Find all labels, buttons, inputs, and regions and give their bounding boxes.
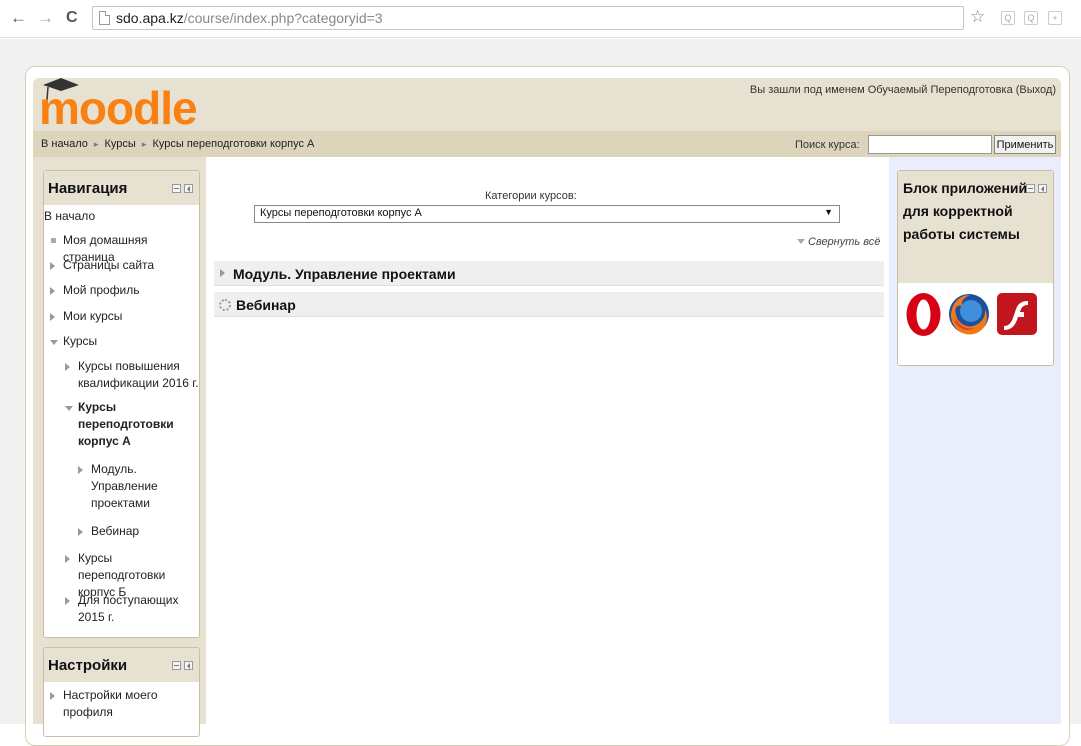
page-icon [99,11,110,25]
course-name[interactable]: Вебинар [236,297,296,313]
collapse-icon [65,406,73,411]
nav-item-label: Курсы [63,334,98,348]
nav-item-label: В начало [44,209,96,223]
dock-icon[interactable] [184,661,193,670]
collapse-icon [50,340,58,345]
search-label: Поиск курса: [795,139,860,151]
block-controls [169,182,193,196]
nav-item-course-category[interactable]: Курсы повышения квалификации 2016 г. [65,358,199,392]
browser-toolbar: ← → C sdo.apa.kz/course/index.php?catego… [0,0,1081,38]
block-controls [169,659,193,673]
course-search-input[interactable] [868,135,992,154]
collapse-all-label: Свернуть всё [808,236,881,248]
reload-button[interactable]: C [66,9,78,27]
nav-item-course-category[interactable]: Вебинар [78,523,178,540]
expand-icon [65,363,70,371]
logo-text: moodle [39,82,197,132]
nav-item-label: Для поступающих 2015 г. [78,593,179,624]
extension-icon-1[interactable]: Q [1001,11,1015,25]
nav-item-courses[interactable]: Курсы [50,333,200,350]
navigation-block-header: Навигация [44,171,199,205]
block-controls [1023,182,1047,196]
settings-block-title: Настройки [48,657,128,674]
course-category-select[interactable]: Курсы переподготовки корпус А ▼ [254,205,840,223]
extension-icon-2[interactable]: Q [1024,11,1038,25]
breadcrumb: В начало ▸ Курсы ▸ Курсы переподготовки … [41,138,314,150]
expand-icon [50,313,55,321]
opera-icon[interactable] [905,292,942,337]
back-button[interactable]: ← [10,8,27,28]
url-host: sdo.apa.kz [116,10,184,26]
firefox-icon[interactable] [947,292,991,336]
navigation-block-title: Навигация [48,180,128,197]
address-bar[interactable]: sdo.apa.kz/course/index.php?categoryid=3 [92,6,964,30]
apps-block-title: Блок приложений для корректной работы си… [903,180,1028,242]
nav-item-course-category[interactable]: Для поступающих 2015 г. [65,592,185,626]
nav-item-label: Курсы повышения квалификации 2016 г. [78,359,199,390]
category-name[interactable]: Модуль. Управление проектами [233,266,456,282]
nav-item-my-profile[interactable]: Мой профиль [50,282,200,299]
expand-icon [50,262,55,270]
course-row[interactable]: Вебинар [214,292,884,317]
apps-block-header: Блок приложений для корректной работы си… [898,171,1053,283]
breadcrumb-courses[interactable]: Курсы [105,138,136,150]
nav-item-label: Мой профиль [63,283,140,297]
minimize-icon[interactable] [1026,184,1035,193]
flash-player-icon[interactable] [997,293,1037,335]
course-categories-label: Категории курсов: [485,190,577,202]
nav-item-label: Мои курсы [63,309,123,323]
collapse-icon [797,239,805,244]
navbar: В начало ▸ Курсы ▸ Курсы переподготовки … [33,131,1061,157]
nav-item-course-category-current[interactable]: Курсы переподготовки корпус А [65,399,175,450]
expand-icon [65,597,70,605]
expand-icon [50,692,55,700]
nav-item-course-category[interactable]: Модуль. Управление проектами [78,461,178,512]
nav-item-label: Модуль. Управление проектами [91,462,158,510]
moodle-logo[interactable]: moodle [37,72,227,132]
dock-icon[interactable] [1038,184,1047,193]
navigation-block: Навигация В начало Моя домашняя страница… [43,170,200,638]
nav-item-site-pages[interactable]: Страницы сайта [50,257,200,274]
minimize-icon[interactable] [172,184,181,193]
expand-icon [78,528,83,536]
settings-item-label: Настройки моего профиля [63,688,158,719]
category-row[interactable]: Модуль. Управление проектами [214,261,884,286]
expand-icon [78,466,83,474]
login-info[interactable]: Вы зашли под именем Обучаемый Переподгот… [720,84,1056,96]
expand-icon [220,269,225,277]
forward-button[interactable]: → [37,8,54,28]
dock-icon[interactable] [184,184,193,193]
nav-item-my-courses[interactable]: Мои курсы [50,308,200,325]
nav-item-label: Курсы переподготовки корпус А [78,400,174,448]
breadcrumb-home[interactable]: В начало [41,138,88,150]
breadcrumb-separator: ▸ [93,139,99,149]
collapse-all-link[interactable]: Свернуть всё [797,236,880,248]
dropdown-arrow-icon: ▼ [824,207,833,217]
expand-icon [65,555,70,563]
nav-item-label: Вебинар [91,524,140,538]
breadcrumb-current[interactable]: Курсы переподготовки корпус А [152,138,314,150]
url-path: /course/index.php?categoryid=3 [183,10,383,26]
extension-icon-3[interactable]: + [1048,11,1062,25]
course-info-icon [219,299,231,311]
bookmark-star-icon[interactable]: ☆ [970,7,985,27]
nav-item-home[interactable]: В начало [44,208,194,225]
minimize-icon[interactable] [172,661,181,670]
selected-category: Курсы переподготовки корпус А [260,207,422,219]
url-text: sdo.apa.kz/course/index.php?categoryid=3 [116,10,383,26]
expand-icon [50,287,55,295]
search-apply-button[interactable]: Применить [994,135,1056,154]
breadcrumb-separator: ▸ [141,139,147,149]
settings-item-profile[interactable]: Настройки моего профиля [50,687,190,721]
nav-item-label: Страницы сайта [63,258,155,272]
settings-block-header: Настройки [44,648,199,682]
bullet-icon [51,238,56,243]
